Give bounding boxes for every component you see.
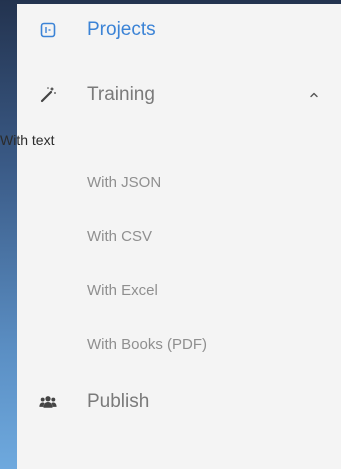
sidebar-item-label: Projects — [87, 19, 156, 40]
subitem-with-excel[interactable]: With Excel — [87, 282, 158, 299]
chevron-up-icon[interactable] — [307, 88, 321, 102]
sidebar-item-label: Training — [87, 84, 155, 105]
sidebar-item-projects[interactable]: Projects — [17, 10, 341, 50]
sidebar-panel: Projects Training With text With JSON Wi… — [0, 4, 341, 469]
subitem-with-books-pdf[interactable]: With Books (PDF) — [87, 336, 207, 353]
subitem-with-json[interactable]: With JSON — [87, 174, 161, 191]
sidebar-item-training[interactable]: Training — [17, 75, 341, 115]
training-group-heading: With text — [0, 132, 55, 148]
sidebar-item-publish[interactable]: Publish — [17, 382, 341, 422]
projects-icon — [39, 21, 57, 39]
users-icon — [39, 393, 57, 411]
sidebar-item-label: Publish — [87, 391, 150, 412]
subitem-with-csv[interactable]: With CSV — [87, 228, 152, 245]
magic-wand-icon — [39, 86, 57, 104]
